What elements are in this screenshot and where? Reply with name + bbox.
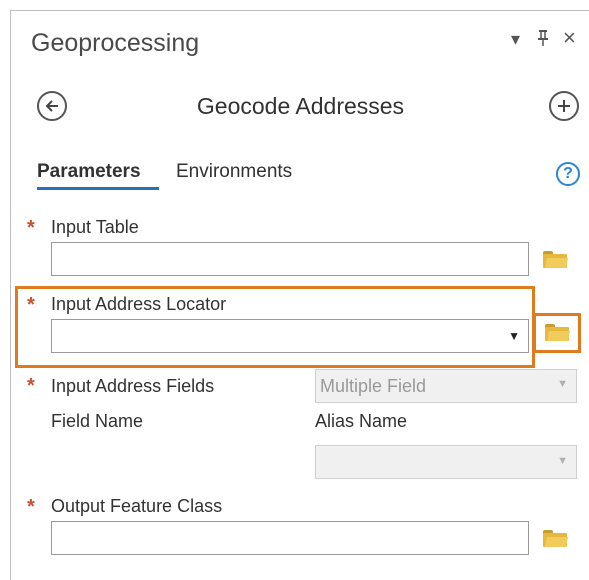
address-fields-selected: Multiple Field	[320, 376, 427, 396]
output-feature-class-label: Output Feature Class	[51, 496, 223, 516]
alias-name-header: Alias Name	[315, 411, 408, 431]
pane-options-dropdown-icon[interactable]: ▾	[511, 29, 520, 50]
browse-folder-icon[interactable]	[543, 530, 569, 547]
required-marker: *	[27, 496, 35, 518]
input-table-label: Input Table	[51, 217, 139, 237]
required-marker: *	[27, 294, 35, 316]
tab-environments[interactable]: Environments	[176, 161, 292, 183]
input-table-field[interactable]	[51, 242, 529, 276]
help-icon[interactable]: ?	[556, 162, 580, 186]
chevron-down-icon: ▼	[508, 329, 520, 343]
plus-icon	[558, 100, 570, 112]
geoprocessing-pane: Geoprocessing ▾ × Geocode Addresses Para…	[10, 10, 589, 580]
input-address-locator-label: Input Address Locator	[51, 294, 227, 314]
required-marker: *	[27, 217, 35, 239]
address-locator-dropdown[interactable]: ▼	[51, 319, 529, 353]
tool-title: Geocode Addresses	[196, 93, 405, 119]
output-feature-class-field[interactable]	[51, 521, 529, 555]
chevron-down-icon: ▼	[557, 378, 568, 390]
input-address-fields-label: Input Address Fields	[51, 376, 215, 396]
pin-icon[interactable]	[537, 29, 549, 52]
chevron-down-icon: ▼	[557, 455, 568, 467]
active-tab-underline	[37, 187, 159, 190]
browse-folder-icon[interactable]	[543, 251, 569, 268]
alias-name-select[interactable]: ▼	[315, 445, 577, 479]
required-marker: *	[27, 375, 35, 397]
browse-folder-icon[interactable]	[545, 324, 571, 341]
close-icon[interactable]: ×	[563, 25, 576, 51]
field-name-header: Field Name	[51, 411, 144, 431]
add-button[interactable]	[549, 91, 579, 121]
pane-title: Geoprocessing	[31, 29, 200, 57]
tab-parameters[interactable]: Parameters	[37, 161, 141, 183]
address-fields-select[interactable]: Multiple Field ▼	[315, 369, 577, 403]
